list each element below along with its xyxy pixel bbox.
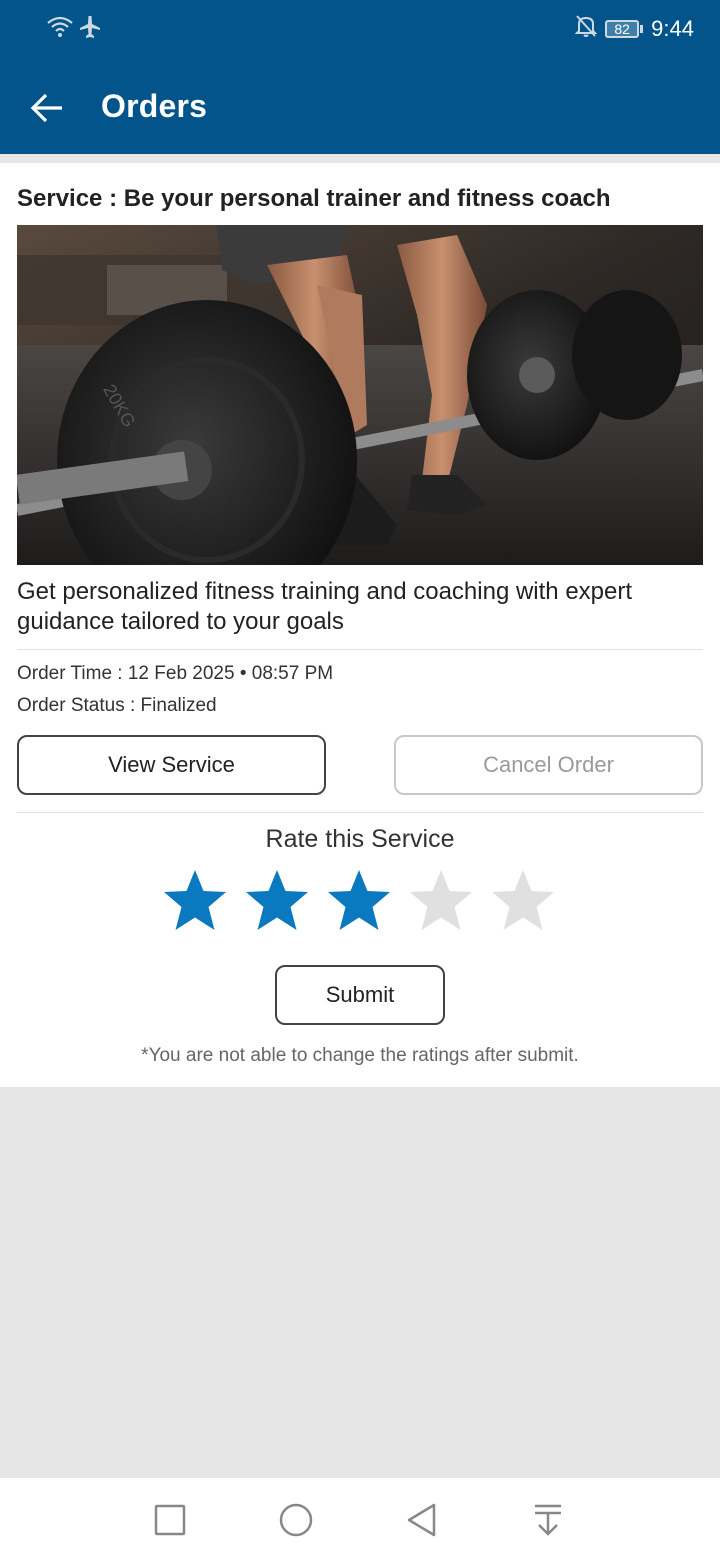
status-bar: 82 9:44	[0, 0, 720, 58]
star-filled-icon[interactable]	[324, 867, 394, 937]
app-bar: Orders	[0, 58, 720, 154]
cancel-order-button[interactable]: Cancel Order	[394, 735, 703, 795]
service-title: Service : Be your personal trainer and f…	[17, 185, 611, 212]
notification-pull-icon[interactable]	[528, 1500, 568, 1540]
wifi-icon	[46, 14, 74, 45]
star-empty-icon[interactable]	[406, 867, 476, 937]
rating-label: Rate this Service	[265, 825, 455, 853]
star-filled-icon[interactable]	[160, 867, 230, 937]
submit-button[interactable]: Submit	[275, 965, 445, 1025]
system-nav-bar	[0, 1478, 720, 1560]
home-icon[interactable]	[276, 1500, 316, 1540]
back-icon[interactable]	[402, 1500, 442, 1540]
notifications-off-icon	[574, 14, 598, 44]
star-rating[interactable]	[160, 867, 558, 937]
star-filled-icon[interactable]	[242, 867, 312, 937]
recent-apps-icon[interactable]	[150, 1500, 190, 1540]
order-status: Order Status : Finalized	[17, 695, 217, 716]
arrow-back-icon[interactable]	[28, 88, 68, 128]
airplane-icon	[78, 14, 102, 45]
rating-note: *You are not able to change the ratings …	[141, 1045, 579, 1066]
divider	[17, 812, 703, 813]
order-time: Order Time : 12 Feb 2025 • 08:57 PM	[17, 663, 334, 684]
divider	[17, 649, 703, 650]
page-title: Orders	[101, 88, 208, 124]
clock: 9:44	[651, 16, 694, 41]
view-service-button[interactable]: View Service	[17, 735, 326, 795]
battery-level: 82	[605, 20, 640, 38]
order-card: Service : Be your personal trainer and f…	[0, 163, 720, 1087]
battery-icon: 82	[605, 20, 644, 38]
service-description: Get personalized fitness training and co…	[17, 578, 633, 635]
star-empty-icon[interactable]	[488, 867, 558, 937]
service-image: 20KG	[17, 225, 703, 565]
